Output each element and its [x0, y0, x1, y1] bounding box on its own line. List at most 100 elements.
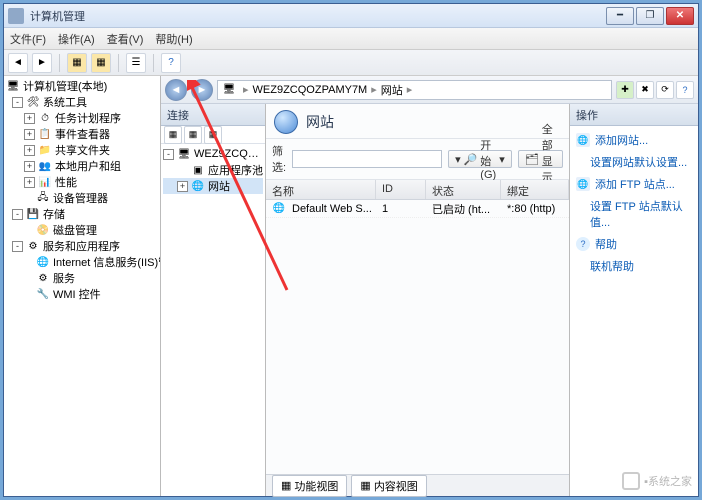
expand-icon[interactable]: + [24, 129, 35, 140]
col-status[interactable]: 状态 [426, 180, 501, 199]
action-add-site[interactable]: 🌐 添加网站... [576, 132, 692, 148]
menu-view[interactable]: 查看(V) [107, 31, 144, 47]
tree-wmi[interactable]: 🔧 WMI 控件 [6, 286, 158, 302]
users-icon: 👥 [38, 159, 52, 173]
tree-performance[interactable]: + 📊 性能 [6, 174, 158, 190]
tree-system-tools[interactable]: - 🛠 系统工具 [6, 94, 158, 110]
help-button[interactable]: ? [161, 53, 181, 73]
breadcrumb-sites[interactable]: 网站 [381, 82, 403, 98]
globe-icon: 🌐 [576, 177, 590, 191]
toolbar-btn-2[interactable]: ▦ [91, 53, 111, 73]
action-ftp-defaults[interactable]: 设置 FTP 站点默认值... [576, 198, 692, 230]
menubar: 文件(F) 操作(A) 查看(V) 帮助(H) [4, 28, 698, 50]
tree-shared-folders[interactable]: + 📁 共享文件夹 [6, 142, 158, 158]
collapse-icon[interactable]: - [12, 97, 23, 108]
tree-device-manager[interactable]: 🖧 设备管理器 [6, 190, 158, 206]
computer-icon: 🖥 [6, 79, 20, 93]
tree-event-viewer[interactable]: + 📋 事件查看器 [6, 126, 158, 142]
wmi-icon: 🔧 [36, 287, 50, 301]
toolbar-btn-1[interactable]: ▦ [67, 53, 87, 73]
show-all-button[interactable]: 🗂 全部显示(A) [518, 150, 564, 168]
tree-label: 服务 [53, 270, 75, 286]
tab-features[interactable]: ▦ 功能视图 [272, 475, 347, 497]
globe-icon [274, 110, 298, 134]
connections-tree: - 🖥 WEZ9ZCQOZPAMY7I ▣ 应用程序池 + 🌐 网 [161, 144, 265, 496]
pool-icon: ▣ [191, 163, 205, 177]
actions-list: 🌐 添加网站... 设置网站默认设置... 🌐 添加 FTP 站点... 设置 … [570, 126, 698, 280]
tree-label: 性能 [55, 174, 77, 190]
conn-app-pools[interactable]: ▣ 应用程序池 [163, 162, 263, 178]
action-add-ftp[interactable]: 🌐 添加 FTP 站点... [576, 176, 692, 192]
col-name[interactable]: 名称 [266, 180, 376, 199]
left-tree-pane: 🖥 计算机管理(本地) - 🛠 系统工具 + ⏱ 任务计划程序 + 📋 事件查看… [4, 76, 161, 496]
titlebar: 计算机管理 ━ ❐ ✕ [4, 4, 698, 28]
spacer [177, 165, 188, 176]
conn-label: 应用程序池 [208, 162, 263, 178]
action-online-help[interactable]: 联机帮助 [576, 258, 692, 274]
right-area: ◄ ► 🖥 ▸ WEZ9ZCQOZPAMY7M ▸ 网站 ▸ ✚ ✖ ⟳ ? [161, 76, 698, 496]
tree-label: WMI 控件 [53, 286, 101, 302]
house-icon [622, 472, 640, 490]
breadcrumb-server[interactable]: WEZ9ZCQOZPAMY7M [253, 84, 368, 96]
clock-icon: ⏱ [38, 111, 52, 125]
close-button[interactable]: ✕ [666, 7, 694, 25]
expand-icon[interactable]: + [24, 161, 35, 172]
tree-services[interactable]: ⚙ 服务 [6, 270, 158, 286]
actions-header: 操作 [570, 104, 698, 126]
grid-body: 🌐 Default Web S... 1 已启动 (ht... *:80 (ht… [266, 200, 569, 474]
share-icon: 📁 [38, 143, 52, 157]
filter-input[interactable] [292, 150, 442, 168]
server-icon: 🖥 [222, 83, 236, 97]
conn-tool-1[interactable]: ▦ [164, 126, 182, 144]
server-icon: 🖥 [177, 147, 191, 161]
expand-icon[interactable]: + [24, 145, 35, 156]
nav-icon-3[interactable]: ⟳ [656, 81, 674, 99]
conn-sites[interactable]: + 🌐 网站 [163, 178, 263, 194]
window-title: 计算机管理 [30, 8, 606, 24]
action-label: 设置网站默认设置... [590, 154, 687, 170]
action-label: 帮助 [595, 236, 617, 252]
globe-icon: 🌐 [191, 179, 205, 193]
expand-icon[interactable]: + [177, 181, 188, 192]
menu-action[interactable]: 操作(A) [58, 31, 95, 47]
col-id[interactable]: ID [376, 180, 426, 199]
action-site-defaults[interactable]: 设置网站默认设置... [576, 154, 692, 170]
maximize-button[interactable]: ❐ [636, 7, 664, 25]
nav-help-icon[interactable]: ? [676, 81, 694, 99]
go-button[interactable]: ▾ 🔎开始(G) ▾ [448, 150, 512, 168]
tree-disk-mgmt[interactable]: 📀 磁盘管理 [6, 222, 158, 238]
collapse-icon[interactable]: - [12, 241, 23, 252]
nav-icon-2[interactable]: ✖ [636, 81, 654, 99]
nav-back-button[interactable]: ◄ [165, 79, 187, 101]
menu-file[interactable]: 文件(F) [10, 31, 46, 47]
minimize-button[interactable]: ━ [606, 7, 634, 25]
main-area: 🖥 计算机管理(本地) - 🛠 系统工具 + ⏱ 任务计划程序 + 📋 事件查看… [4, 76, 698, 496]
table-row[interactable]: 🌐 Default Web S... 1 已启动 (ht... *:80 (ht… [266, 200, 569, 218]
col-binding[interactable]: 绑定 [501, 180, 569, 199]
tab-content[interactable]: ▦ 内容视图 [351, 475, 426, 497]
action-help[interactable]: ? 帮助 [576, 236, 692, 252]
watermark: ▪系统之家 [622, 472, 692, 490]
collapse-icon[interactable]: - [12, 209, 23, 220]
expand-icon[interactable]: + [24, 113, 35, 124]
conn-tool-2[interactable]: ▦ [184, 126, 202, 144]
collapse-icon[interactable]: - [163, 149, 174, 160]
tree-services-apps[interactable]: - ⚙ 服务和应用程序 [6, 238, 158, 254]
tree-local-users[interactable]: + 👥 本地用户和组 [6, 158, 158, 174]
conn-server-node[interactable]: - 🖥 WEZ9ZCQOZPAMY7I [163, 146, 263, 162]
conn-tool-3[interactable]: ▦ [204, 126, 222, 144]
forward-button[interactable]: ► [32, 53, 52, 73]
chevron-right-icon: ▸ [243, 83, 249, 96]
tree-root[interactable]: 🖥 计算机管理(本地) [6, 78, 158, 94]
app-icon [8, 8, 24, 24]
nav-icon-1[interactable]: ✚ [616, 81, 634, 99]
tree-storage[interactable]: - 💾 存储 [6, 206, 158, 222]
menu-help[interactable]: 帮助(H) [155, 31, 192, 47]
back-button[interactable]: ◄ [8, 53, 28, 73]
toolbar-btn-3[interactable]: ☰ [126, 53, 146, 73]
nav-forward-button[interactable]: ► [191, 79, 213, 101]
tree-task-scheduler[interactable]: + ⏱ 任务计划程序 [6, 110, 158, 126]
breadcrumb[interactable]: 🖥 ▸ WEZ9ZCQOZPAMY7M ▸ 网站 ▸ [217, 80, 612, 100]
tree-iis[interactable]: 🌐 Internet 信息服务(IIS)管 [6, 254, 158, 270]
expand-icon[interactable]: + [24, 177, 35, 188]
